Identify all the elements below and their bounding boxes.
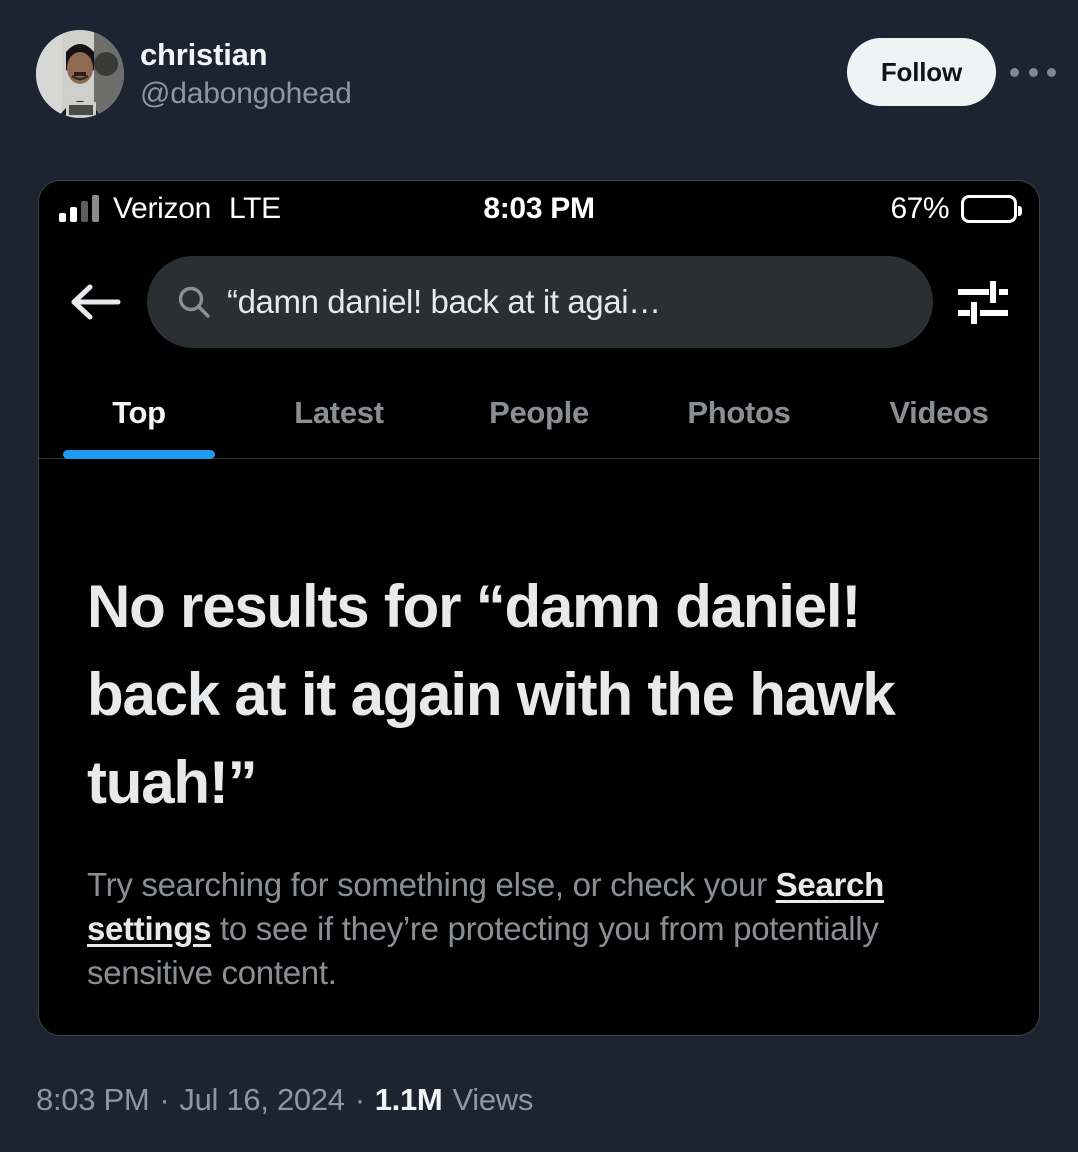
tweet-footer: 8:03 PM · Jul 16, 2024 · 1.1M Views bbox=[36, 1082, 533, 1118]
avatar[interactable] bbox=[36, 30, 124, 118]
avatar-image bbox=[36, 30, 124, 118]
tweet-header: christian @dabongohead Follow bbox=[0, 0, 1078, 170]
no-results-description: Try searching for something else, or che… bbox=[87, 863, 991, 995]
filter-sliders-icon[interactable] bbox=[949, 268, 1017, 336]
footer-separator: · bbox=[354, 1082, 365, 1117]
more-options-icon[interactable] bbox=[1010, 58, 1056, 86]
views-count: 1.1M bbox=[374, 1082, 443, 1117]
description-text-before: Try searching for something else, or che… bbox=[87, 866, 776, 903]
author-handle: @dabongohead bbox=[140, 77, 352, 110]
search-query-text: “damn daniel! back at it agai… bbox=[227, 283, 661, 320]
search-input[interactable]: “damn daniel! back at it agai… bbox=[147, 256, 933, 348]
more-dot bbox=[1028, 67, 1038, 77]
footer-separator: · bbox=[159, 1082, 170, 1117]
status-bar-clock: 8:03 PM bbox=[483, 192, 595, 225]
tab-photos[interactable]: Photos bbox=[639, 367, 839, 459]
tweet-time: 8:03 PM bbox=[36, 1082, 150, 1117]
tab-videos[interactable]: Videos bbox=[839, 367, 1039, 459]
tab-top[interactable]: Top bbox=[39, 367, 239, 459]
search-tabs: Top Latest People Photos Videos bbox=[39, 367, 1039, 459]
views-label: Views bbox=[452, 1082, 534, 1117]
battery-icon bbox=[961, 195, 1022, 223]
status-bar-right: 67% bbox=[890, 181, 1022, 237]
search-icon bbox=[178, 286, 210, 318]
tweet-date: Jul 16, 2024 bbox=[179, 1082, 345, 1117]
follow-button[interactable]: Follow bbox=[846, 38, 996, 106]
battery-percent: 67% bbox=[890, 192, 949, 225]
battery-cap bbox=[1018, 206, 1022, 216]
author-block[interactable]: christian @dabongohead bbox=[140, 36, 352, 114]
tab-people[interactable]: People bbox=[439, 367, 639, 459]
back-arrow-icon[interactable] bbox=[61, 267, 131, 337]
search-bar-row: “damn daniel! back at it agai… bbox=[39, 237, 1039, 367]
more-dot bbox=[1010, 67, 1019, 77]
no-results-body: No results for “damn daniel! back at it … bbox=[39, 459, 1039, 995]
author-display-name: christian bbox=[140, 37, 268, 72]
tab-latest[interactable]: Latest bbox=[239, 367, 439, 459]
more-dot bbox=[1047, 67, 1056, 77]
embedded-screenshot-card[interactable]: Verizon LTE 8:03 PM 67% “damn daniel! ba… bbox=[38, 180, 1040, 1036]
no-results-title: No results for “damn daniel! back at it … bbox=[87, 573, 896, 816]
ios-status-bar: Verizon LTE 8:03 PM 67% bbox=[39, 181, 1039, 237]
